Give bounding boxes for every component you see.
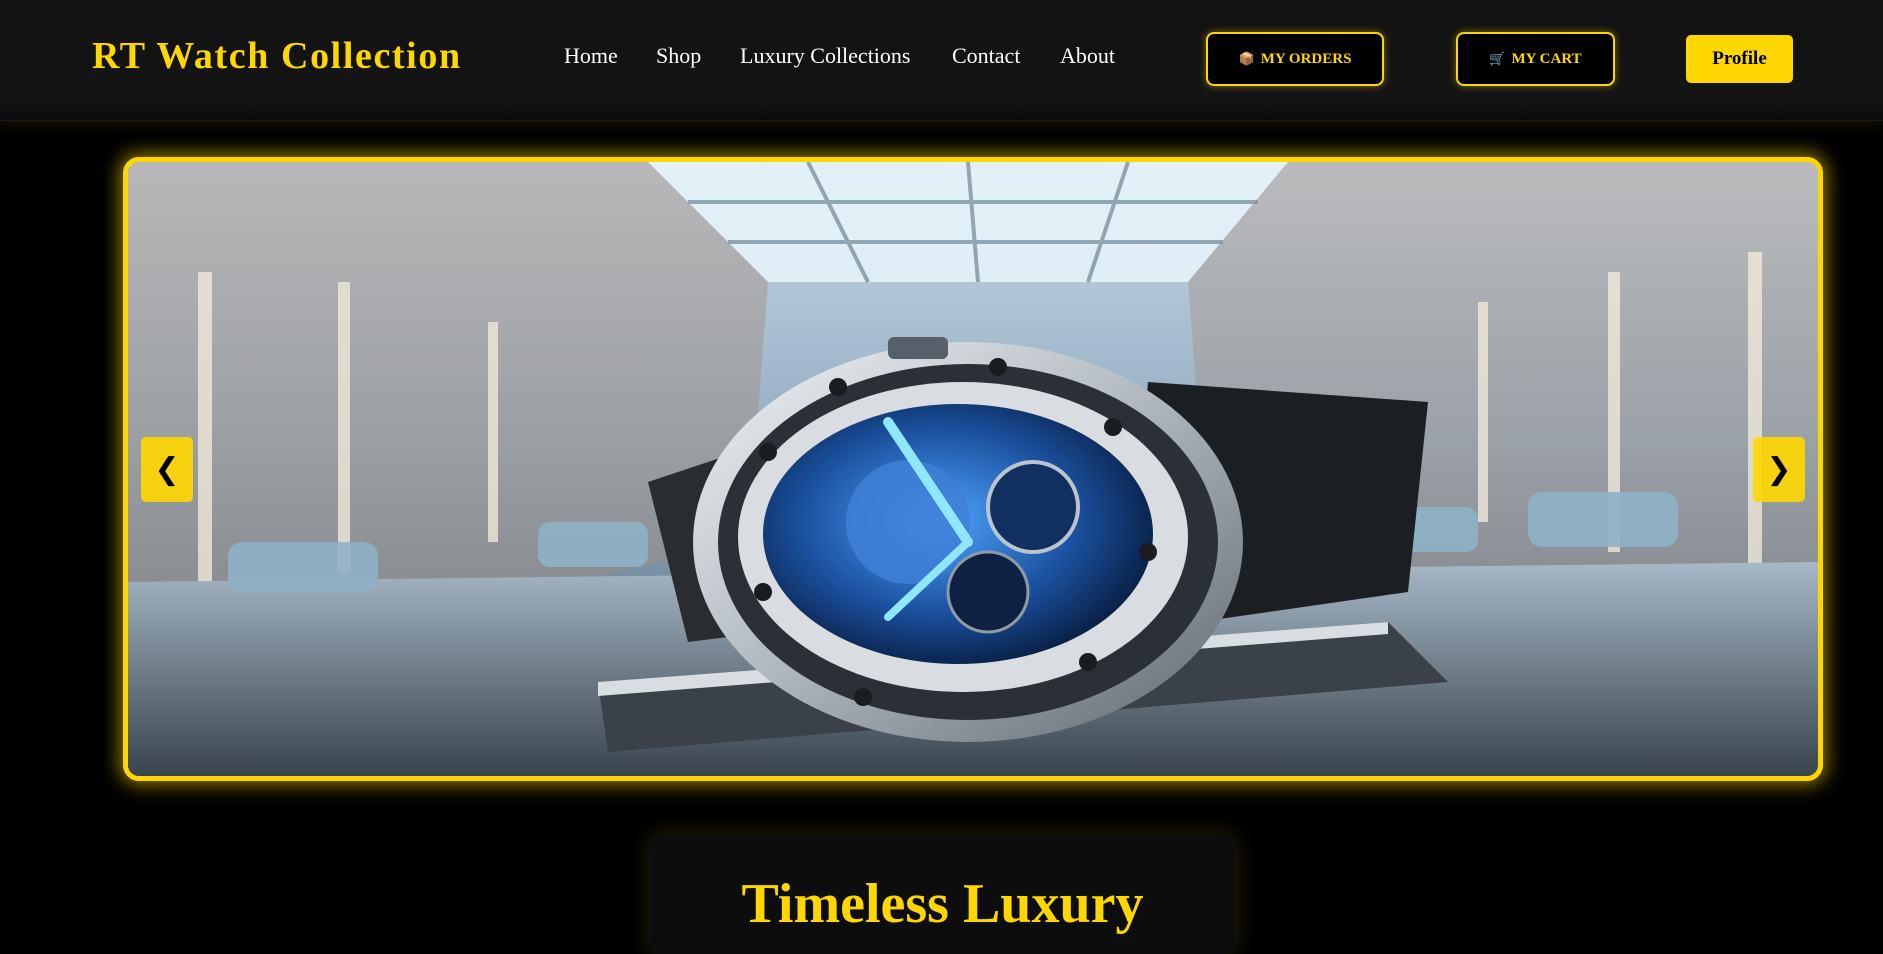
nav-link-luxury-collections[interactable]: Luxury Collections	[740, 43, 910, 69]
brand-logo[interactable]: RT Watch Collection	[92, 34, 462, 78]
nav-link-shop[interactable]: Shop	[656, 43, 701, 69]
hero-card: Timeless Luxury	[650, 834, 1235, 954]
slide-image	[128, 162, 1818, 776]
my-cart-button[interactable]: 🛒 MY CART	[1456, 32, 1615, 86]
nav-link-home[interactable]: Home	[564, 43, 618, 69]
hero-slider	[123, 157, 1823, 781]
hero-title: Timeless Luxury	[741, 873, 1144, 935]
my-cart-label: MY CART	[1511, 50, 1582, 67]
slider-next-button[interactable]: ❯	[1753, 437, 1805, 502]
nav-link-contact[interactable]: Contact	[952, 43, 1020, 69]
profile-button[interactable]: Profile	[1686, 35, 1793, 83]
nav-link-about[interactable]: About	[1060, 43, 1115, 69]
package-icon: 📦	[1238, 51, 1255, 66]
navbar: RT Watch Collection Home Shop Luxury Col…	[0, 0, 1883, 121]
cart-icon: 🛒	[1489, 51, 1506, 66]
my-orders-button[interactable]: 📦 MY ORDERS	[1206, 32, 1384, 86]
my-orders-label: MY ORDERS	[1260, 50, 1352, 67]
slider-prev-button[interactable]: ❮	[141, 437, 193, 502]
